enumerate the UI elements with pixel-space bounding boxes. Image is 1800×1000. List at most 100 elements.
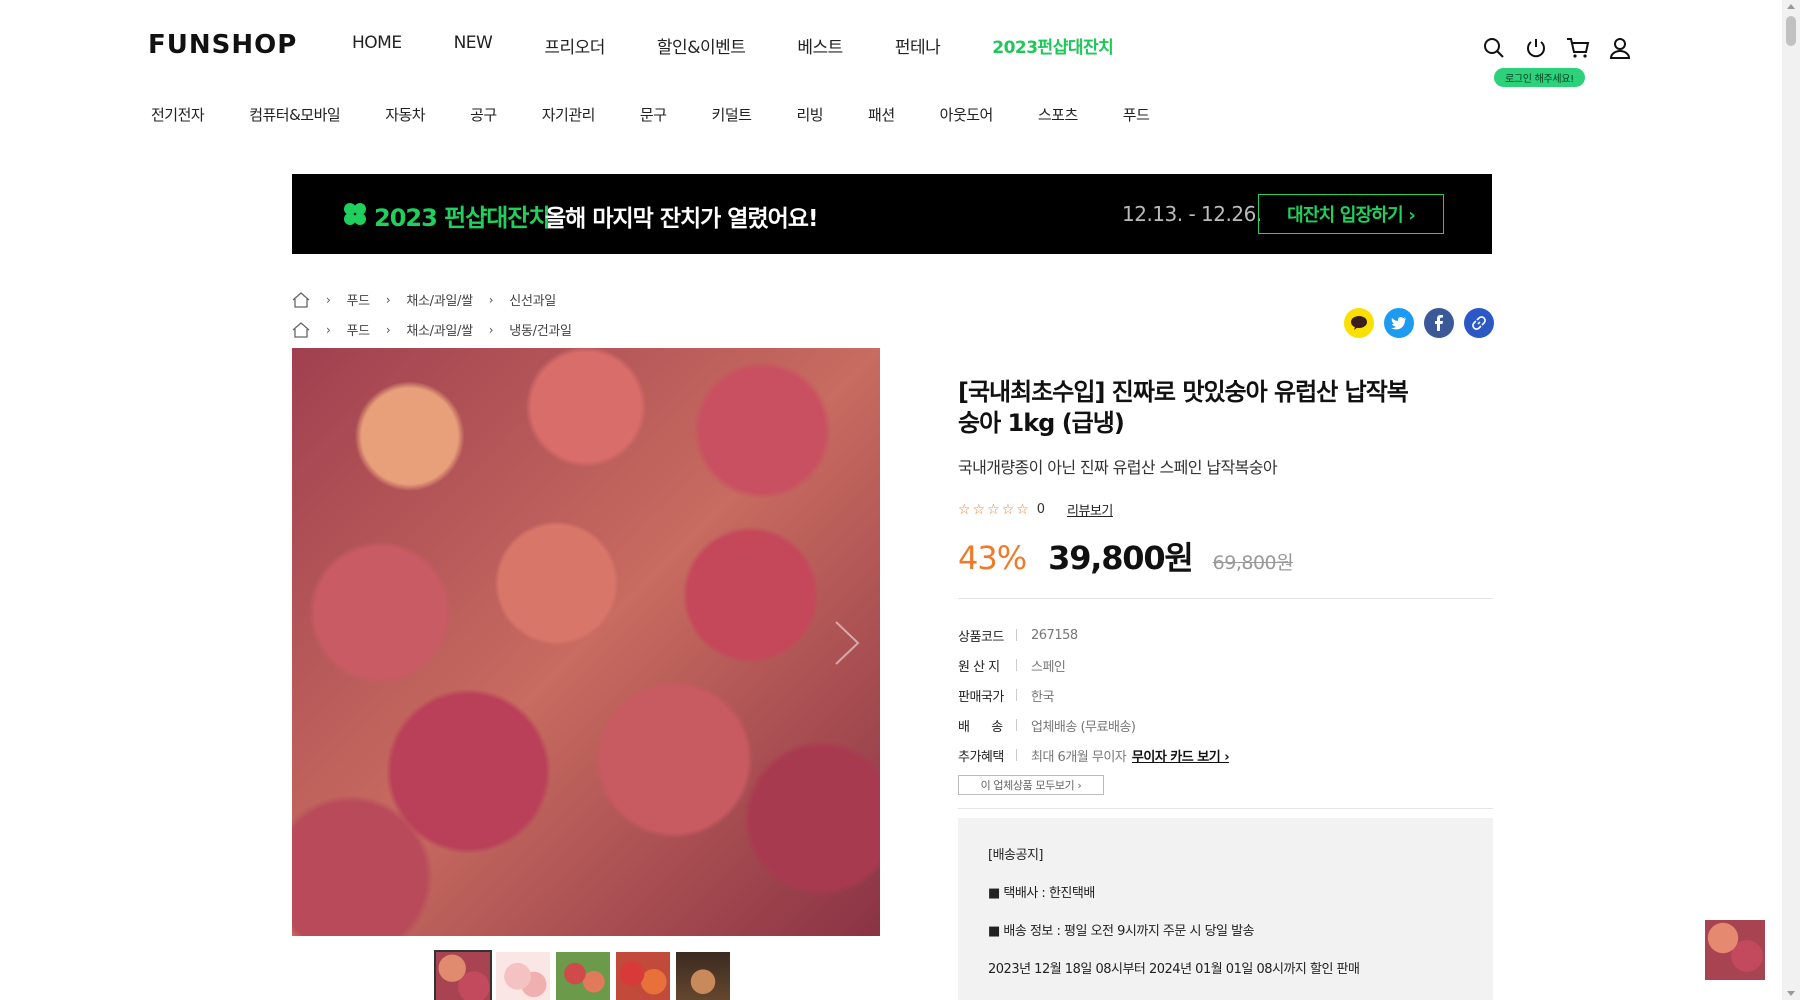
banner-enter-button[interactable]: 대잔치 입장하기 › [1258,194,1444,234]
spec-row: 원 산 지 스페인 [958,650,1229,680]
power-icon[interactable] [1522,33,1550,63]
thumbnail[interactable] [676,952,730,1000]
notice-line: ■ 배송 정보 : 평일 오전 9시까지 주문 시 당일 발송 [988,924,1255,939]
breadcrumb-item[interactable]: 푸드 [347,290,371,309]
nav-new[interactable]: NEW [454,33,493,58]
breadcrumb-item[interactable]: 채소/과일/쌀 [406,320,473,339]
spec-row: 추가혜택 최대 6개월 무이자 무이자 카드 보기 › [958,740,1230,770]
breadcrumb: › 푸드 › 채소/과일/쌀 › 냉동/건과일 [292,320,572,339]
link-icon[interactable] [1464,308,1494,338]
spec-label: 원 산 지 [958,659,1000,675]
spec-label: 판매국가 [958,689,1004,705]
home-icon[interactable] [292,321,310,338]
product-specs: 상품코드 267158 원 산 지 스페인 판매국가 한국 배 송 업체배송 (… [958,620,1230,770]
category-kidult[interactable]: 키덜트 [712,104,752,125]
breadcrumb: › 푸드 › 채소/과일/쌀 › 신선과일 [292,290,556,309]
vendor-products-button[interactable]: 이 업체상품 모두보기 › [958,775,1104,795]
spec-row: 판매국가 한국 [958,680,1229,710]
product-title: [국내최초수입] 진짜로 맛있숭아 유럽산 납작복숭아 1kg (급냉) [958,378,1409,437]
price-row: 43% 39,800원 69,800원 [958,533,1294,579]
nav-best[interactable]: 베스트 [797,33,843,58]
scroll-thumb [1786,16,1796,46]
banner-title: 2023 펀샵대잔치 [374,204,551,232]
spec-value: 한국 [1031,689,1054,705]
review-count: 0 [1036,502,1046,517]
spec-value: 267158 [1031,627,1078,643]
nav-home[interactable]: HOME [352,33,402,58]
divider [958,808,1493,809]
next-arrow-icon[interactable] [832,620,862,666]
breadcrumb-item[interactable]: 푸드 [347,320,371,339]
page-scrollbar[interactable] [1782,0,1800,1000]
chevron-right-icon: › [488,322,494,337]
spec-label: 추가혜택 [958,749,1004,765]
rating-row: ☆☆☆☆☆ 0 리뷰보기 [958,500,1113,520]
chevron-right-icon: › [488,292,494,307]
original-price: 69,800원 [1212,552,1294,574]
kakaotalk-icon[interactable] [1344,308,1374,338]
twitter-icon[interactable] [1384,308,1414,338]
thumbnail[interactable] [556,952,610,1000]
clover-icon [344,203,366,225]
thumbnail-list [434,950,730,1000]
spec-value: 최대 6개월 무이자 무이자 카드 보기 › [1031,746,1230,765]
spec-label: 배 송 [958,719,1003,735]
main-nav: HOME NEW 프리오더 할인&이벤트 베스트 펀테나 2023펀샵대잔치 [352,33,1165,58]
category-living[interactable]: 리빙 [796,104,823,125]
review-link[interactable]: 리뷰보기 [1067,500,1113,519]
card-benefit-link[interactable]: 무이자 카드 보기 › [1132,750,1230,765]
category-car[interactable]: 자동차 [385,104,425,125]
notice-line: ■ 택배사 : 한진택배 [988,886,1095,901]
share-buttons [1344,308,1494,338]
search-icon[interactable] [1480,33,1508,63]
notice-line: 2023년 12월 18일 08시부터 2024년 01월 01일 08시까지 … [988,962,1360,977]
category-stationery[interactable]: 문구 [640,104,667,125]
cart-icon[interactable] [1564,33,1592,63]
spec-label: 상품코드 [958,629,1004,645]
sale-price: 39,800원 [1048,539,1194,577]
breadcrumb-item[interactable]: 냉동/건과일 [509,320,572,339]
category-self-care[interactable]: 자기관리 [542,104,596,125]
banner-date: 12.13. - 12.26. [1122,202,1262,226]
user-icon[interactable] [1606,33,1634,63]
chevron-right-icon: › [385,292,391,307]
spec-value: 스페인 [1031,659,1066,675]
spec-row: 상품코드 267158 [958,620,1229,650]
category-tools[interactable]: 공구 [470,104,497,125]
category-outdoor[interactable]: 아웃도어 [940,104,994,125]
category-fashion[interactable]: 패션 [868,104,895,125]
scroll-up-icon [1787,4,1795,9]
thumbnail[interactable] [496,952,550,1000]
category-sports[interactable]: 스포츠 [1038,104,1078,125]
utility-icons [1480,33,1634,63]
nav-preorder[interactable]: 프리오더 [544,33,605,58]
shipping-notice: [배송공지] ■ 택배사 : 한진택배 ■ 배송 정보 : 평일 오전 9시까지… [958,818,1493,1000]
breadcrumb-item[interactable]: 채소/과일/쌀 [406,290,473,309]
logo[interactable]: FUNSHOP [148,30,297,60]
banner-subtitle: 올해 마지막 잔치가 열렸어요! [545,206,818,232]
festival-banner[interactable]: 2023 펀샵대잔치 올해 마지막 잔치가 열렸어요! 12.13. - 12.… [292,174,1492,254]
divider [958,598,1493,599]
notice-title: [배송공지] [988,848,1043,863]
thumbnail[interactable] [616,952,670,1000]
category-food[interactable]: 푸드 [1123,104,1150,125]
recent-viewed-thumbnail[interactable] [1705,920,1765,980]
category-electronics[interactable]: 전기전자 [151,104,205,125]
nav-2023-festival[interactable]: 2023펀샵대잔치 [992,33,1114,58]
facebook-icon[interactable] [1424,308,1454,338]
scroll-down-icon [1787,991,1795,996]
login-tooltip[interactable]: 로그인 해주세요! [1494,68,1585,87]
product-description: 국내개량종이 아닌 진짜 유럽산 스페인 납작복숭아 [958,458,1278,477]
benefit-text: 최대 6개월 무이자 [1031,749,1127,765]
nav-sale-event[interactable]: 할인&이벤트 [657,33,746,58]
category-computer-mobile[interactable]: 컴퓨터&모바일 [249,104,341,125]
category-nav: 전기전자 컴퓨터&모바일 자동차 공구 자기관리 문구 키덜트 리빙 패션 아웃… [151,104,1194,125]
product-main-image[interactable] [292,348,880,936]
chevron-right-icon: › [326,292,331,307]
breadcrumb-item[interactable]: 신선과일 [509,290,556,309]
home-icon[interactable] [292,291,310,308]
thumbnail[interactable] [434,950,492,1000]
star-rating-icon: ☆☆☆☆☆ [958,501,1031,518]
nav-funtena[interactable]: 펀테나 [895,33,941,58]
discount-rate: 43% [958,539,1027,577]
